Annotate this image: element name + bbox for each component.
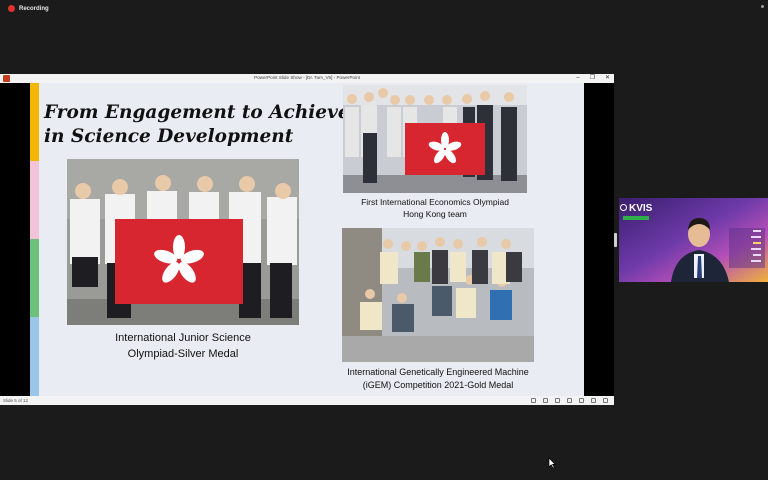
ieo-caption-line2: Hong Kong team — [403, 209, 467, 219]
restore-icon[interactable]: ❐ — [590, 74, 595, 83]
igem-caption: International Genetically Engineered Mac… — [315, 366, 561, 392]
slide-sorter-icon[interactable] — [579, 398, 584, 403]
normal-view-icon[interactable] — [567, 398, 572, 403]
slide-show-area: From Engagement to Achievement in Scienc… — [0, 83, 614, 396]
powerpoint-window: PowerPoint Slide Show - [Dr. Tam_V5] - P… — [0, 74, 614, 405]
mouse-pointer-icon — [548, 457, 556, 469]
window-titlebar: PowerPoint Slide Show - [Dr. Tam_V5] - P… — [0, 74, 614, 83]
ieo-caption-line1: First International Economics Olympiad — [361, 197, 509, 207]
slide[interactable]: From Engagement to Achievement in Scienc… — [30, 83, 584, 396]
minimize-icon[interactable]: – — [576, 74, 579, 83]
slide-counter: Slide 5 of 12 — [3, 398, 29, 403]
pause-icon[interactable] — [543, 398, 548, 403]
ieo-caption: First International Economics Olympiad H… — [325, 196, 545, 220]
accent-green — [30, 239, 39, 317]
record-dot-icon — [8, 5, 15, 12]
igem-caption-line1: International Genetically Engineered Mac… — [347, 367, 529, 377]
more-options-icon[interactable] — [761, 5, 764, 8]
recording-indicator: Recording — [8, 5, 49, 12]
ijso-team-photo — [67, 159, 299, 325]
ijso-caption-line1: International Junior Science — [115, 332, 251, 344]
kvis-badge — [623, 216, 649, 220]
ijso-caption: International Junior Science Olympiad-Si… — [67, 330, 299, 362]
kvis-logo-icon — [620, 204, 627, 211]
igem-team-photo — [342, 228, 534, 362]
accent-blue — [30, 317, 39, 396]
ijso-caption-line2: Olympiad-Silver Medal — [127, 348, 239, 360]
accent-pink — [30, 161, 39, 239]
accent-yellow — [30, 83, 39, 161]
recording-label: Recording — [19, 5, 49, 12]
next-slide-icon[interactable] — [555, 398, 560, 403]
panel-resize-handle[interactable] — [614, 233, 617, 247]
ieo-team-photo — [343, 85, 527, 193]
speaker-video-tile[interactable]: KVIS — [619, 198, 768, 282]
meeting-screen: Recording PowerPoint Slide Show - [Dr. T… — [0, 0, 768, 480]
reading-view-icon[interactable] — [591, 398, 596, 403]
previous-slide-icon[interactable] — [531, 398, 536, 403]
slide-show-view-icon[interactable] — [603, 398, 608, 403]
kvis-brand-label: KVIS — [629, 203, 653, 214]
close-icon[interactable]: ✕ — [605, 74, 610, 83]
window-controls: – ❐ ✕ — [576, 74, 610, 83]
slide-show-statusbar: Slide 5 of 12 — [0, 396, 614, 405]
igem-caption-line2: (iGEM) Competition 2021-Gold Medal — [362, 380, 514, 390]
window-title: PowerPoint Slide Show - [Dr. Tam_V5] - P… — [254, 75, 360, 80]
accent-color-bar — [30, 83, 39, 396]
slide-show-controls — [531, 397, 608, 403]
